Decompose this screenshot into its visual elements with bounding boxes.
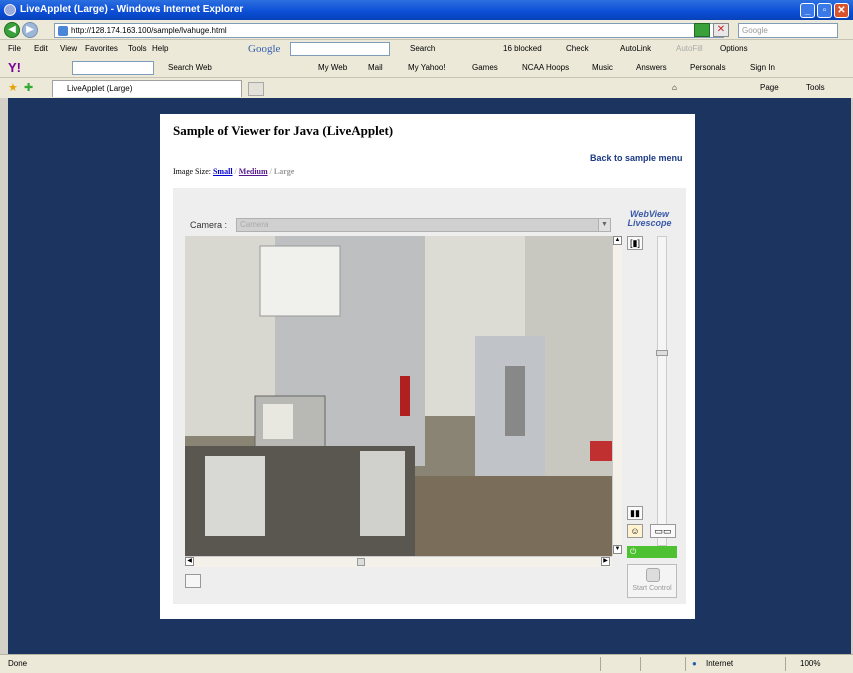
autolink[interactable]: AutoLink (620, 40, 651, 58)
camera-label: Camera : (190, 220, 228, 230)
menu-edit[interactable]: Edit (34, 40, 48, 58)
forward-button[interactable]: ▶ (22, 22, 38, 38)
status-bar: Done ● Internet 100% (0, 654, 853, 673)
minimize-button[interactable]: _ (800, 3, 815, 18)
zoom-slider[interactable] (657, 236, 667, 546)
address-url: http://128.174.163.100/sample/lvahuge.ht… (71, 26, 227, 35)
yahoo-logo-icon[interactable]: Y! (8, 58, 21, 78)
maximize-button[interactable]: ▫ (817, 3, 832, 18)
page-title: Sample of Viewer for Java (LiveApplet) (173, 123, 394, 138)
camera-control-icon (646, 568, 660, 582)
google-options[interactable]: Options (720, 40, 748, 58)
ie-icon (4, 4, 16, 16)
yahoo-search-input[interactable] (72, 61, 154, 75)
tab-bar: ★ ✚ LiveApplet (Large) ⌂ Page Tools (0, 78, 853, 98)
address-bar-row: ◀ ▶ http://128.174.163.100/sample/lvahug… (0, 20, 853, 40)
zone-label: Internet (706, 659, 734, 668)
zoom-slider-thumb[interactable] (656, 350, 668, 356)
horizontal-scroll-thumb[interactable] (357, 558, 365, 566)
window-titlebar: LiveApplet (Large) - Windows Internet Ex… (0, 0, 853, 20)
image-size-selector: Image Size: Small / Medium / Large (173, 167, 295, 176)
favorites-star-icon[interactable]: ★ (8, 78, 18, 98)
image-size-label: Image Size: (173, 167, 211, 176)
spell-check[interactable]: Check (566, 40, 589, 58)
home-icon[interactable]: ⌂ (672, 78, 677, 98)
camera-select[interactable]: Camera ▼ (236, 218, 611, 232)
webview-logo: WebView Livescope (627, 209, 672, 228)
yahoo-toolbar: Y! Search Web My Web Mail My Yahoo! Game… (0, 58, 853, 78)
menu-tools[interactable]: Tools (128, 40, 147, 58)
page-menu[interactable]: Page (760, 78, 779, 98)
zoom-out-icon[interactable]: ▮▮ (627, 506, 643, 520)
page-icon (58, 26, 68, 36)
google-search-input[interactable] (290, 42, 390, 56)
chevron-down-icon: ▼ (598, 219, 610, 231)
ncaa-button[interactable]: NCAA Hoops (522, 58, 569, 78)
camera-image (185, 236, 612, 556)
size-large-label: Large (273, 167, 295, 176)
games-button[interactable]: Games (472, 58, 498, 78)
layout-toggle-icon[interactable]: ▭▭ (650, 524, 676, 538)
tools-menu[interactable]: Tools (806, 78, 825, 98)
google-search-button[interactable]: Search (410, 40, 435, 58)
close-button[interactable]: ✕ (834, 3, 849, 18)
user-icon[interactable]: ☺ (627, 524, 643, 538)
autofill[interactable]: AutoFill (676, 40, 703, 58)
refresh-icon[interactable] (694, 23, 710, 37)
menu-file[interactable]: File (8, 40, 21, 58)
address-input[interactable]: http://128.174.163.100/sample/lvahuge.ht… (54, 23, 724, 38)
snapshot-camera-icon[interactable] (185, 574, 201, 588)
zoom-in-icon[interactable]: [▮] (627, 236, 643, 250)
menu-favorites[interactable]: Favorites (85, 40, 118, 58)
my-yahoo-button[interactable]: My Yahoo! (408, 58, 446, 78)
menu-bar: File Edit View Favorites Tools Help Goog… (0, 40, 853, 58)
zoom-level[interactable]: 100% (800, 655, 820, 673)
my-web-button[interactable]: My Web (318, 58, 347, 78)
google-logo[interactable]: Google (248, 40, 280, 58)
personals-button[interactable]: Personals (690, 58, 726, 78)
video-vertical-scrollbar[interactable]: ▲ ▼ (612, 236, 622, 556)
scroll-down-icon[interactable]: ▼ (613, 545, 622, 554)
status-text: Done (8, 659, 28, 668)
start-control-button[interactable]: Start Control (627, 564, 677, 598)
sign-in-button[interactable]: Sign In (750, 58, 775, 78)
search-box[interactable]: Google (738, 23, 838, 38)
mail-button[interactable]: Mail (368, 58, 383, 78)
size-small-link[interactable]: Small (213, 167, 233, 176)
new-tab-button[interactable] (248, 82, 264, 96)
status-indicator: ⏻ (627, 546, 677, 558)
search-web-button[interactable]: Search Web (168, 58, 212, 78)
scroll-left-icon[interactable]: ◀ (185, 557, 194, 566)
menu-view[interactable]: View (60, 40, 77, 58)
music-button[interactable]: Music (592, 58, 613, 78)
tab-liveapplet[interactable]: LiveApplet (Large) (52, 80, 242, 97)
size-medium-link[interactable]: Medium (239, 167, 268, 176)
back-to-menu-link[interactable]: Back to sample menu (590, 153, 683, 163)
add-favorite-icon[interactable]: ✚ (24, 78, 33, 98)
menu-help[interactable]: Help (152, 40, 168, 58)
camera-select-value: Camera (240, 220, 269, 229)
back-button[interactable]: ◀ (4, 22, 20, 38)
window-title: LiveApplet (Large) - Windows Internet Ex… (20, 4, 244, 15)
answers-button[interactable]: Answers (636, 58, 667, 78)
video-horizontal-scrollbar[interactable]: ◀ ▶ (185, 556, 612, 567)
scroll-right-icon[interactable]: ▶ (601, 557, 610, 566)
globe-icon: ● (692, 659, 697, 668)
popup-blocked[interactable]: 16 blocked (503, 40, 542, 58)
scroll-up-icon[interactable]: ▲ (613, 236, 622, 245)
stop-icon[interactable]: ✕ (713, 23, 729, 37)
camera-video[interactable] (185, 236, 612, 556)
